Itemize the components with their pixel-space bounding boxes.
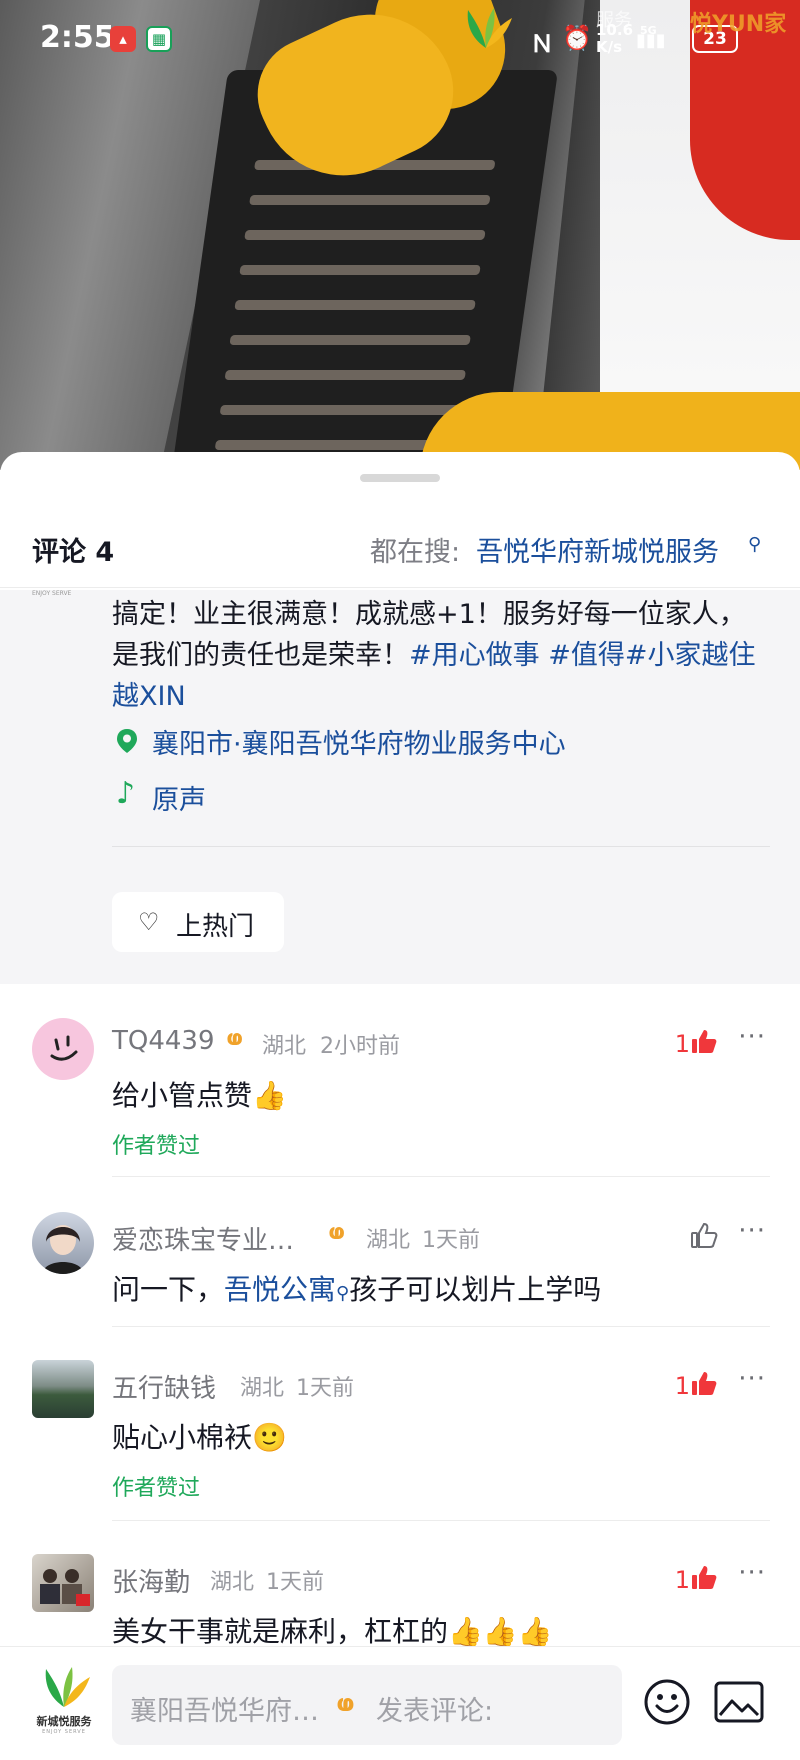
avatar-caption-fragment: ENJOY SERVE (32, 590, 72, 597)
thumbs-up-filled-icon[interactable] (690, 1564, 718, 1592)
comment-text: 问一下，吾悦公寓⚲孩子可以划片上学吗 (112, 1273, 602, 1306)
thumbs-up-filled-icon[interactable] (690, 1028, 718, 1056)
divider (112, 846, 770, 847)
search-prefix: 都在搜: (370, 537, 461, 568)
music-note-icon: ♪ (116, 776, 136, 811)
avatar[interactable] (32, 1018, 94, 1080)
more-options-icon[interactable]: ··· (738, 1022, 766, 1052)
comment-time: 1天前 (266, 1570, 324, 1595)
hashtag-link[interactable]: #值得 (548, 640, 625, 671)
status-time: 2:55 (40, 20, 115, 55)
music-link[interactable]: 原声 (152, 778, 206, 817)
avatar[interactable] (32, 1360, 94, 1418)
brand-subtitle: ENJOY SERVE (42, 1729, 86, 1735)
brand-logo-icon (45, 1667, 90, 1707)
like-count: 1 (674, 1030, 690, 1058)
more-options-icon[interactable]: ··· (738, 1558, 766, 1588)
like-count: 1 (674, 1372, 690, 1400)
comment-input[interactable]: 襄阳吾悦华府… ⱷ 发表评论: (112, 1665, 622, 1745)
account-avatar[interactable]: 新城悦服务 ENJOY SERVE (30, 1663, 98, 1741)
promote-hot-button[interactable]: ♡ 上热门 (112, 892, 284, 952)
nfc-icon: Ｎ (530, 30, 554, 58)
fan-badge-icon: ⱷ (336, 1689, 355, 1717)
thumbs-up-filled-icon[interactable] (690, 1370, 718, 1398)
comment-time: 2小时前 (320, 1034, 400, 1059)
comment-text: 给小管点赞👍 (112, 1079, 287, 1112)
person-avatar-icon (42, 1225, 84, 1274)
net-speed: 10.6 K/s (596, 21, 634, 56)
avatar[interactable] (32, 1212, 94, 1274)
comment-text: 美女干事就是麻利，杠杠的👍👍👍 (112, 1615, 553, 1648)
posting-account: 襄阳吾悦华府… (130, 1696, 319, 1727)
image-icon[interactable] (714, 1681, 764, 1723)
fan-badge-icon: ⱷ (226, 1026, 244, 1051)
comment-username[interactable]: TQ4439 (112, 1026, 215, 1056)
divider (112, 1520, 770, 1521)
hashtag-link[interactable]: #用心做事 (409, 640, 540, 671)
comment-text: 贴心小棉袄🙂 (112, 1421, 287, 1454)
network-type: 5G (640, 24, 657, 37)
author-liked-label: 作者赞过 (112, 1476, 201, 1501)
comment-time: 1天前 (296, 1376, 354, 1401)
brand-name: 新城悦服务 (36, 1715, 92, 1728)
comment-sheet-header: 评论 4 都在搜: 吾悦华府新城悦服务 ⚲ (0, 512, 800, 588)
more-options-icon[interactable]: ··· (738, 1364, 766, 1394)
location-link[interactable]: 襄阳市·襄阳吾悦华府物业服务中心 (152, 722, 566, 761)
comment-region: 湖北 (262, 1034, 307, 1059)
search-keyword-link[interactable]: 吾悦公寓 (224, 1273, 336, 1306)
comment-time: 1天前 (422, 1228, 480, 1253)
search-icon: ⚲ (748, 534, 762, 555)
drag-handle[interactable] (360, 474, 440, 482)
thumbs-up-outline-icon[interactable] (690, 1222, 718, 1250)
comment-region: 湖北 (366, 1228, 411, 1253)
search-icon: ⚲ (336, 1283, 350, 1304)
fan-badge-icon: ⱷ (328, 1220, 346, 1245)
divider (112, 1176, 770, 1177)
comment-username[interactable]: 张海勤 (112, 1562, 190, 1599)
comment-region: 湖北 (240, 1376, 285, 1401)
comment-placeholder: 发表评论: (376, 1696, 494, 1727)
divider (112, 1326, 770, 1327)
status-bar: 2:55 ▴ ▦ 服务 Ｎ ⏰ 10.6 K/s ▮▮▮ 5G 23 悦YUN家 (0, 0, 800, 80)
comment-composer: 新城悦服务 ENJOY SERVE 襄阳吾悦华府… ⱷ 发表评论: (0, 1646, 800, 1760)
avatar[interactable] (32, 1554, 94, 1612)
comment-region: 湖北 (210, 1570, 255, 1595)
emoji-icon[interactable] (642, 1677, 692, 1727)
more-options-icon[interactable]: ··· (738, 1216, 766, 1246)
smiley-avatar-icon (50, 1035, 78, 1061)
corner-watermark: 悦YUN家 (690, 12, 787, 37)
comment-sheet: 评论 4 都在搜: 吾悦华府新城悦服务 ⚲ ENJOY SERVE 搞定！业主很… (0, 452, 800, 1760)
comment-username[interactable]: 爱恋珠宝专业… (112, 1220, 294, 1257)
location-pin-icon (117, 729, 137, 753)
description-text: 搞定！业主很满意！成就感+1！服务好每一位家人，是我们的责任也是荣幸！#用心做事… (112, 599, 756, 712)
comment-count-title: 评论 4 (32, 537, 115, 568)
app-notification-icon: ▴ (110, 26, 136, 52)
like-count: 1 (674, 1566, 690, 1594)
group-photo-avatar-icon (40, 1569, 90, 1606)
author-liked-label: 作者赞过 (112, 1134, 201, 1159)
comment-username[interactable]: 五行缺钱 (112, 1368, 216, 1405)
trending-search-link[interactable]: 吾悦华府新城悦服务 (476, 530, 719, 569)
calendar-notification-icon: ▦ (146, 26, 172, 52)
heart-icon: ♡ (138, 908, 160, 936)
alarm-icon: ⏰ (562, 24, 592, 52)
video-description: ENJOY SERVE 搞定！业主很满意！成就感+1！服务好每一位家人，是我们的… (0, 590, 800, 984)
